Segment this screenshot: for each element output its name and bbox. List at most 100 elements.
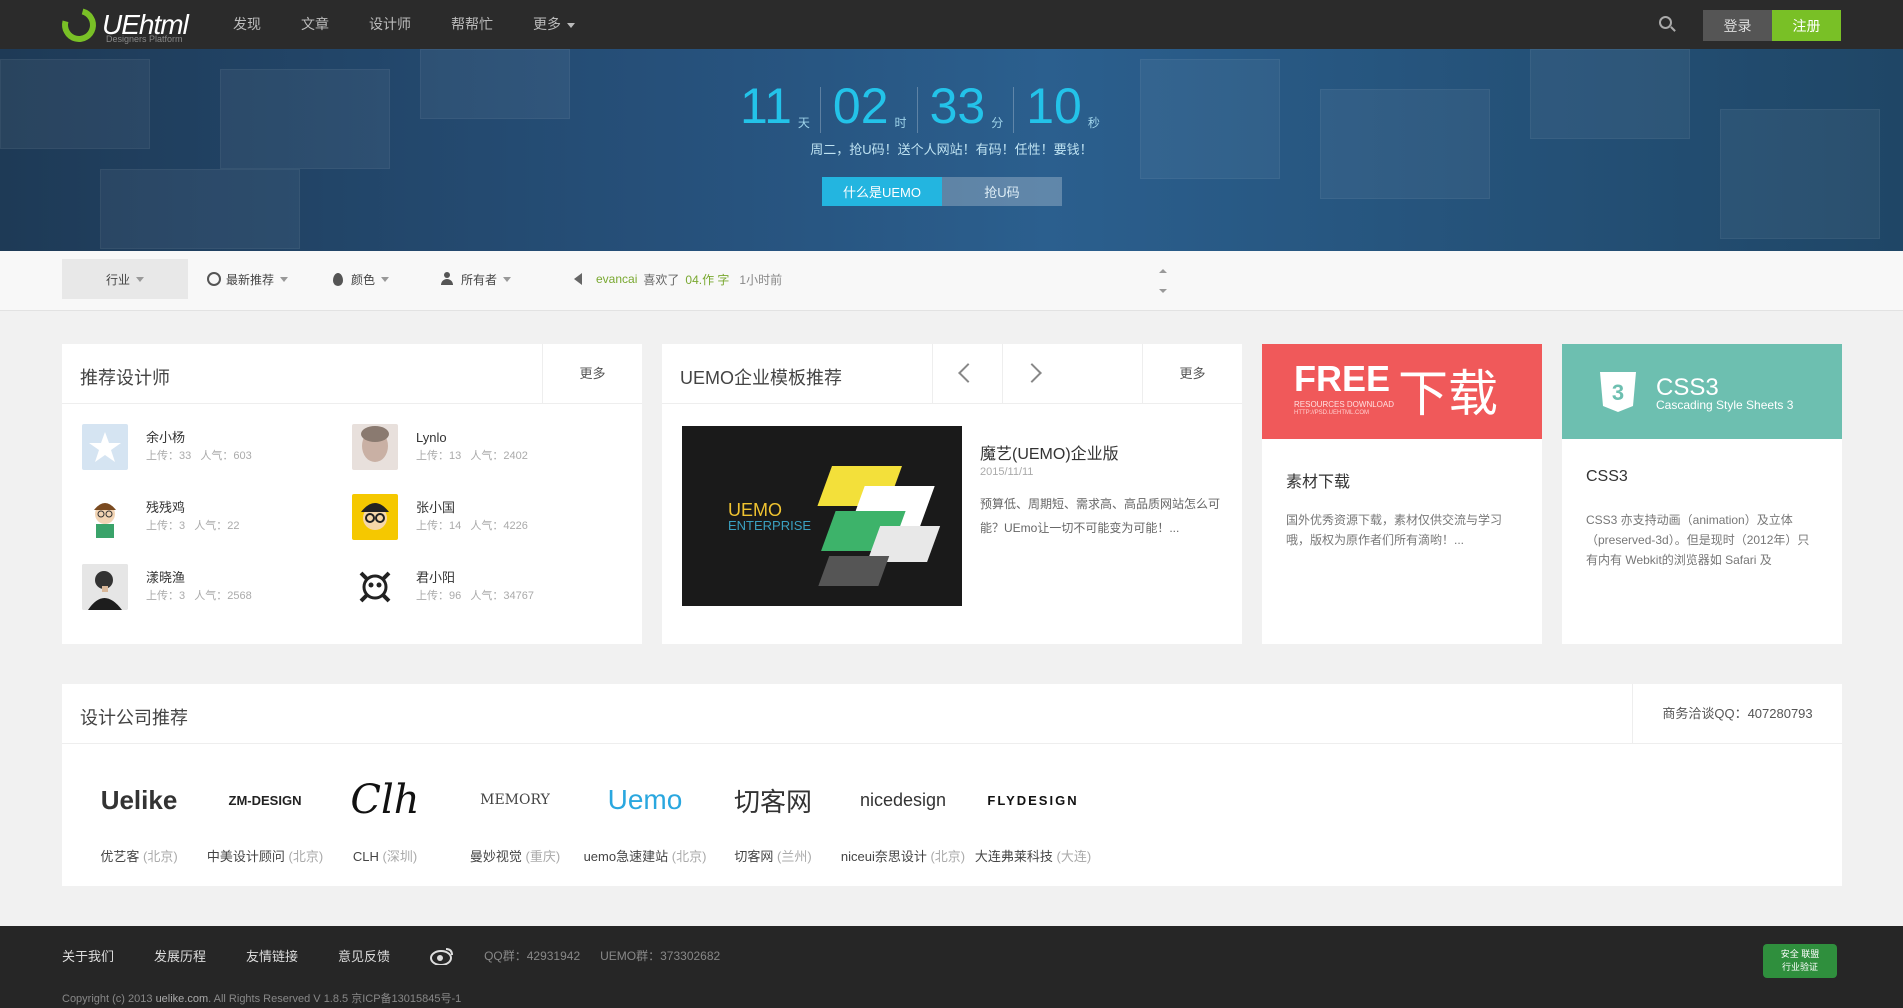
popularity-count: 34767 bbox=[503, 590, 535, 602]
css3-banner-subtitle: Cascading Style Sheets 3 bbox=[1656, 398, 1794, 412]
login-button[interactable]: 登录 bbox=[1703, 10, 1772, 41]
logo-subtitle: Designers Platform bbox=[106, 34, 183, 44]
cartoon-avatar-icon bbox=[94, 503, 116, 538]
filter-recommend[interactable]: 最新推荐 bbox=[206, 259, 289, 299]
popularity-count: 4226 bbox=[503, 520, 528, 532]
filter-recommend-label: 最新推荐 bbox=[226, 272, 275, 287]
company-logo-text: ZM-DESIGN bbox=[228, 792, 302, 808]
popularity-label: 人气： bbox=[470, 450, 504, 462]
register-button[interactable]: 注册 bbox=[1772, 10, 1841, 41]
bg-tile bbox=[1720, 109, 1880, 239]
footer: 关于我们 发展历程 友情链接 意见反馈 QQ群：42931942 UEMO群：3… bbox=[0, 926, 1903, 1008]
more-link[interactable]: 更多 bbox=[542, 344, 642, 404]
card-header: UEMO企业模板推荐 更多 bbox=[662, 344, 1242, 404]
uploads-count: 96 bbox=[449, 590, 462, 602]
avatar bbox=[82, 424, 128, 470]
next-button[interactable] bbox=[1002, 344, 1072, 404]
grab-code-button[interactable]: 抢U码 bbox=[942, 177, 1062, 206]
uploads-count: 3 bbox=[179, 590, 186, 602]
company-logo: 切客网 bbox=[708, 772, 838, 828]
company-logo-text: Uemo bbox=[607, 784, 683, 815]
css3-shield-icon: 3 bbox=[1600, 372, 1636, 412]
popularity-label: 人气： bbox=[470, 520, 504, 532]
what-is-uemo-button[interactable]: 什么是UEMO bbox=[822, 177, 942, 206]
company-location: (北京) bbox=[288, 849, 324, 864]
uploads-label: 上传： bbox=[146, 520, 179, 532]
search-icon[interactable] bbox=[1659, 16, 1672, 29]
footer-link-friends[interactable]: 友情链接 bbox=[246, 946, 298, 965]
nav-more[interactable]: 更多 bbox=[533, 0, 575, 49]
filter-color[interactable]: 颜色 bbox=[333, 259, 390, 299]
company-location: (重庆) bbox=[525, 849, 561, 864]
designers-card: 推荐设计师 更多 余小杨 上传：33 人气：603 Lynlo 上传：13 人气… bbox=[62, 344, 642, 644]
arrow-down-icon[interactable] bbox=[1159, 289, 1167, 293]
footer-link-history[interactable]: 发展历程 bbox=[154, 946, 206, 965]
designer-stats: 上传：13 人气：2402 bbox=[416, 447, 528, 465]
company-logo-text: 切客网 bbox=[733, 786, 812, 817]
company-item[interactable]: 切客网 切客网 (兰州) bbox=[708, 772, 838, 865]
company-name: 曼妙视觉 bbox=[469, 849, 522, 864]
company-item[interactable]: Uelike 优艺客 (北京) bbox=[74, 772, 204, 865]
designer-item[interactable]: 君小阳 上传：96 人气：34767 bbox=[352, 562, 534, 612]
footer-link-about[interactable]: 关于我们 bbox=[62, 946, 114, 965]
popularity-count: 2402 bbox=[503, 450, 528, 462]
nav-help[interactable]: 帮帮忙 bbox=[451, 0, 493, 49]
nav-designers[interactable]: 设计师 bbox=[369, 0, 411, 49]
more-link[interactable]: 更多 bbox=[1142, 344, 1242, 404]
designer-item[interactable]: Lynlo 上传：13 人气：2402 bbox=[352, 422, 528, 472]
company-logo-text: Clh bbox=[350, 777, 420, 823]
resources-card[interactable]: FREE 下载 RESOURCES DOWNLOAD HTTP://PSD.UE… bbox=[1262, 344, 1542, 644]
feed-scroll-arrows[interactable] bbox=[1158, 269, 1168, 293]
filter-industry-label: 行业 bbox=[105, 272, 130, 287]
company-item[interactable]: nicedesign niceui奈思设计 (北京) bbox=[838, 772, 968, 865]
copyright-link[interactable]: uelike.com bbox=[156, 993, 209, 1005]
designer-name: 君小阳 bbox=[416, 570, 456, 585]
template-thumbnail[interactable]: UEMO ENTERPRISE bbox=[682, 426, 962, 606]
top-navbar: UEhtml Designers Platform 发现 文章 设计师 帮帮忙 … bbox=[0, 0, 1903, 49]
avatar bbox=[82, 494, 128, 540]
filter-color-label: 颜色 bbox=[351, 272, 376, 287]
company-item[interactable]: Uemo uemo急速建站 (北京) bbox=[580, 772, 710, 865]
footer-link-feedback[interactable]: 意见反馈 bbox=[338, 946, 390, 965]
bg-tile bbox=[1530, 49, 1690, 139]
avatar bbox=[352, 564, 398, 610]
css3-card[interactable]: 3 CSS3 Cascading Style Sheets 3 CSS3 CSS… bbox=[1562, 344, 1842, 644]
uploads-count: 13 bbox=[449, 450, 462, 462]
nav-discover[interactable]: 发现 bbox=[233, 0, 261, 49]
countdown-minutes: 33 bbox=[929, 78, 986, 134]
template-title[interactable]: 魔艺(UEMO)企业版 bbox=[980, 440, 1119, 464]
designer-stats: 上传：14 人气：4226 bbox=[416, 517, 528, 535]
designer-stats: 上传：3 人气：22 bbox=[146, 517, 240, 535]
designer-item[interactable]: 余小杨 上传：33 人气：603 bbox=[82, 422, 252, 472]
designer-item[interactable]: 张小国 上传：14 人气：4226 bbox=[352, 492, 528, 542]
popularity-count: 22 bbox=[227, 520, 240, 532]
company-logo-text: Uelike bbox=[100, 784, 178, 815]
speaker-icon bbox=[574, 273, 582, 285]
bg-tile bbox=[420, 49, 570, 119]
feed-user[interactable]: evancai bbox=[596, 272, 637, 286]
site-logo[interactable]: UEhtml Designers Platform bbox=[55, 1, 189, 49]
security-badge[interactable]: 安全 联盟 行业验证 bbox=[1763, 944, 1837, 978]
designer-item[interactable]: 残残鸡 上传：3 人气：22 bbox=[82, 492, 240, 542]
filter-owner[interactable]: 所有者 bbox=[441, 259, 512, 299]
nav-articles[interactable]: 文章 bbox=[301, 0, 329, 49]
prev-button[interactable] bbox=[932, 344, 1002, 404]
company-location: (北京) bbox=[671, 849, 707, 864]
company-item[interactable]: FLYDESIGN 大连弗莱科技 (大连) bbox=[968, 772, 1098, 865]
company-logo: MEMORY bbox=[450, 772, 580, 828]
company-name: 中美设计顾问 bbox=[206, 849, 285, 864]
company-logo: Uelike bbox=[74, 772, 204, 828]
designer-item[interactable]: 漾晓渔 上传：3 人气：2568 bbox=[82, 562, 252, 612]
company-item[interactable]: Clh CLH (深圳) bbox=[320, 772, 450, 865]
company-item[interactable]: MEMORY 曼妙视觉 (重庆) bbox=[450, 772, 580, 865]
chevron-down-icon bbox=[567, 22, 575, 28]
weibo-icon[interactable] bbox=[430, 947, 454, 965]
arrow-up-icon[interactable] bbox=[1159, 269, 1167, 273]
hero-banner: 11 天 02 时 33 分 10 秒 周二，抢U码！送个人网站！有码！任性！要… bbox=[0, 49, 1903, 251]
filter-industry[interactable]: 行业 bbox=[62, 259, 188, 299]
company-location: (北京) bbox=[930, 849, 966, 864]
company-item[interactable]: ZM-DESIGN 中美设计顾问 (北京) bbox=[200, 772, 330, 865]
feed-time: 1小时前 bbox=[739, 272, 783, 287]
feed-work[interactable]: 04.作 字 bbox=[685, 271, 729, 288]
footer-links: 关于我们 发展历程 友情链接 意见反馈 QQ群：42931942 UEMO群：3… bbox=[62, 946, 740, 965]
